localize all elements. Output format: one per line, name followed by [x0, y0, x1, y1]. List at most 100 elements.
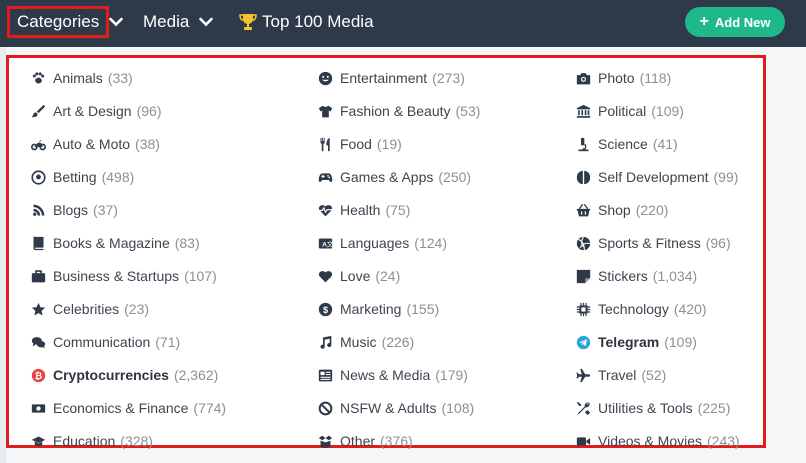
category-link-education[interactable]: Education (328) [30, 430, 153, 452]
category-link-marketing[interactable]: $ Marketing (155) [317, 298, 439, 320]
star-icon [30, 301, 46, 317]
category-link-betting[interactable]: Betting (498) [30, 166, 134, 188]
bitcoin-icon: ₿ [30, 367, 46, 383]
brain-icon [575, 169, 591, 185]
category-link-science[interactable]: Science (41) [575, 133, 678, 155]
add-new-label: Add New [714, 14, 771, 30]
book-icon [30, 235, 46, 251]
category-link-fashion-beauty[interactable]: Fashion & Beauty (53) [317, 100, 480, 122]
category-link-news-media[interactable]: News & Media (179) [317, 364, 468, 386]
category-name: Music [340, 334, 377, 350]
ban-icon [317, 400, 333, 416]
briefcase-icon [30, 268, 46, 284]
category-link-blogs[interactable]: Blogs (37) [30, 199, 118, 221]
category-link-other[interactable]: Other (376) [317, 430, 413, 452]
category-name: Love [340, 268, 371, 284]
category-link-nsfw-adults[interactable]: NSFW & Adults (108) [317, 397, 474, 419]
category-link-love[interactable]: Love (24) [317, 265, 400, 287]
category-link-art-design[interactable]: Art & Design (96) [30, 100, 162, 122]
category-name: Other [340, 433, 376, 449]
category-count: (33) [107, 70, 133, 86]
media-label: Media [143, 12, 190, 31]
category-link-languages[interactable]: A 文 Languages (124) [317, 232, 447, 254]
category-link-videos-movies[interactable]: Videos & Movies (243) [575, 430, 740, 452]
category-name: Shop [598, 202, 631, 218]
category-count: (774) [193, 400, 227, 416]
category-count: (155) [406, 301, 440, 317]
category-link-health[interactable]: Health (75) [317, 199, 410, 221]
category-count: (107) [184, 268, 217, 284]
add-new-button[interactable]: + Add New [685, 7, 785, 37]
category-name: Telegram [598, 334, 660, 350]
landmark-icon [575, 103, 591, 119]
category-link-utilities-tools[interactable]: Utilities & Tools (225) [575, 397, 730, 419]
category-count: (41) [652, 136, 678, 152]
heartbeat-icon [317, 202, 333, 218]
category-link-sports-fitness[interactable]: Sports & Fitness (96) [575, 232, 731, 254]
category-name: Communication [53, 334, 151, 350]
category-count: (75) [385, 202, 411, 218]
category-name: Cryptocurrencies [53, 367, 169, 383]
category-name: News & Media [340, 367, 431, 383]
category-name: Political [598, 103, 647, 119]
box-open-icon [317, 433, 333, 449]
sticky-note-icon [575, 268, 591, 284]
camera-icon [575, 70, 591, 86]
category-link-political[interactable]: Political (109) [575, 100, 684, 122]
category-link-cryptocurrencies[interactable]: ₿ Cryptocurrencies (2,362) [30, 364, 218, 386]
category-count: (420) [673, 301, 707, 317]
music-icon [317, 334, 333, 350]
category-link-music[interactable]: Music (226) [317, 331, 414, 353]
top-100-media-link[interactable]: Top 100 Media [238, 0, 374, 44]
category-link-self-development[interactable]: Self Development (99) [575, 166, 738, 188]
category-name: Marketing [340, 301, 402, 317]
category-link-celebrities[interactable]: Celebrities (23) [30, 298, 149, 320]
newspaper-icon [317, 367, 333, 383]
category-count: (108) [441, 400, 475, 416]
brush-icon [30, 103, 46, 119]
category-link-food[interactable]: Food (19) [317, 133, 402, 155]
category-link-shop[interactable]: Shop (220) [575, 199, 668, 221]
category-link-photo[interactable]: Photo (118) [575, 67, 671, 89]
category-name: Animals [53, 70, 103, 86]
microchip-icon [575, 301, 591, 317]
category-link-travel[interactable]: Travel (52) [575, 364, 666, 386]
category-count: (99) [713, 169, 739, 185]
category-count: (328) [120, 433, 153, 449]
category-link-entertainment[interactable]: Entertainment (273) [317, 67, 465, 89]
category-link-business-startups[interactable]: Business & Startups (107) [30, 265, 217, 287]
category-link-books-magazine[interactable]: Books & Magazine (83) [30, 232, 200, 254]
category-name: Food [340, 136, 372, 152]
plane-icon [575, 367, 591, 383]
category-count: (243) [707, 433, 740, 449]
basket-icon [575, 202, 591, 218]
svg-text:$: $ [322, 304, 327, 314]
category-count: (24) [375, 268, 401, 284]
category-link-telegram[interactable]: Telegram (109) [575, 331, 697, 353]
category-name: Art & Design [53, 103, 132, 119]
categories-dropdown-button[interactable]: Categories [7, 6, 124, 38]
chevron-down-icon [109, 12, 124, 32]
tshirt-icon [317, 103, 333, 119]
category-link-communication[interactable]: Communication (71) [30, 331, 180, 353]
category-link-stickers[interactable]: Stickers (1,034) [575, 265, 697, 287]
category-name: Fashion & Beauty [340, 103, 451, 119]
media-dropdown-button[interactable]: Media [143, 0, 214, 44]
category-count: (37) [93, 202, 118, 218]
category-name: Videos & Movies [598, 433, 703, 449]
gamepad-icon [317, 169, 333, 185]
soccer-ball-icon [30, 169, 46, 185]
category-link-economics-finance[interactable]: Economics & Finance (774) [30, 397, 226, 419]
category-name: Science [598, 136, 648, 152]
category-link-animals[interactable]: Animals (33) [30, 67, 133, 89]
telegram-icon [575, 334, 591, 350]
category-count: (220) [635, 202, 669, 218]
category-link-technology[interactable]: Technology (420) [575, 298, 707, 320]
category-link-games-apps[interactable]: Games & Apps (250) [317, 166, 471, 188]
category-link-auto-moto[interactable]: Auto & Moto (38) [30, 133, 160, 155]
category-count: (498) [101, 169, 135, 185]
category-name: Travel [598, 367, 637, 383]
volleyball-icon [575, 235, 591, 251]
category-count: (179) [435, 367, 468, 383]
heart-icon [317, 268, 333, 284]
